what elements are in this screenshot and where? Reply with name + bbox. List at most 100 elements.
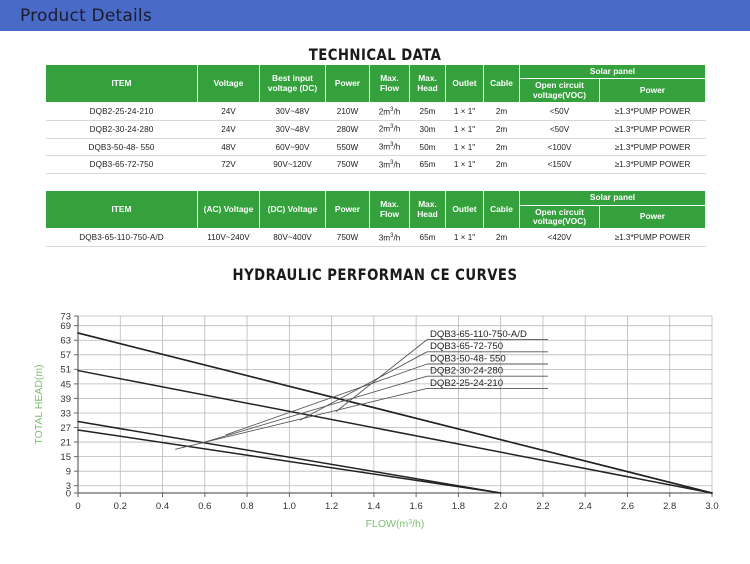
- legend-label: DQB2-25-24-210: [430, 378, 503, 389]
- x-axis-label-post: /h): [412, 518, 424, 530]
- cell-outlet: 1 × 1": [445, 138, 484, 157]
- th2-solar-power: Power: [599, 204, 706, 230]
- x-tick-label: 2.2: [536, 501, 549, 512]
- table-row: DQB3-50-48- 550 48V 60V~90V 550W 3m3/h 50m 1 ×…: [45, 138, 706, 157]
- cell-item: DQB3-50-48- 550: [45, 138, 198, 157]
- cell-dc_voltage: 80V~400V: [259, 228, 326, 248]
- y-tick-label: 15: [60, 452, 71, 463]
- table2-header-row-top: ITEM (AC) Voltage (DC) Voltage Power Max…: [45, 190, 706, 230]
- cell-max_flow: 3m3/h: [369, 138, 410, 157]
- y-tick-label: 51: [60, 365, 71, 376]
- x-tick-label: 1.0: [283, 501, 296, 512]
- th-solar-panel: Solar panel: [519, 63, 706, 80]
- th-power: Power: [325, 63, 370, 104]
- cell-voc: <100V: [519, 138, 600, 157]
- cell-best_input_voltage: 30V~48V: [259, 102, 326, 121]
- cell-voltage: 48V: [197, 138, 260, 157]
- cell-best_input_voltage: 90V~120V: [259, 155, 326, 175]
- th2-max-head: Max. Head: [409, 190, 446, 230]
- x-tick-label: 1.4: [367, 501, 380, 512]
- x-tick-label: 0.4: [156, 501, 169, 512]
- th2-open-circuit-voltage: Open circuit voltage(VOC): [519, 204, 600, 230]
- th-max-head: Max. Head: [409, 63, 446, 104]
- technical-data-title: TECHNICAL DATA: [308, 45, 442, 64]
- table-row: DQB2-25-24-210 24V 30V~48V 210W 2m3/h 25m 1 × …: [45, 102, 706, 121]
- x-tick-label: 2.8: [663, 501, 676, 512]
- cell-max_flow: 2m3/h: [369, 102, 410, 121]
- cell-power: 280W: [325, 120, 370, 139]
- th-best-input-voltage: Best input voltage (DC): [259, 63, 326, 104]
- th2-outlet: Outlet: [445, 190, 484, 230]
- legend-label: DQB3-50-48- 550: [430, 354, 506, 365]
- cell-item: DQB2-30-24-280: [45, 120, 198, 139]
- y-tick-label: 39: [60, 394, 71, 405]
- table-row: DQB3-65-72-750 72V 90V~120V 750W 3m3/h 65m 1 ×…: [45, 155, 706, 175]
- x-tick-label: 0.2: [114, 501, 127, 512]
- y-tick-label: 63: [60, 336, 71, 347]
- cell-solar_power: ≥1.3*PUMP POWER: [599, 120, 706, 139]
- cell-voltage: 24V: [197, 120, 260, 139]
- cell-power: 550W: [325, 138, 370, 157]
- cell-outlet: 1 × 1": [445, 102, 484, 121]
- cell-cable: 2m: [483, 102, 520, 121]
- y-tick-label: 9: [66, 467, 71, 478]
- th-solar-power: Power: [599, 78, 706, 104]
- legend-label: DQB3-65-110-750-A/D: [430, 329, 527, 340]
- hydraulic-performance-chart: 0 3 9 15 21 27 33 39 45 51 57 63 69 73 0 0.2 0.4 0.6 0.8 1.…: [0, 288, 750, 543]
- th2-item: ITEM: [45, 190, 198, 230]
- chart-svg: 03915212733394551576369730 0.2 0.4 0.6 0.8 1.…: [33, 312, 719, 531]
- cell-max_flow: 3m3/h: [369, 155, 410, 175]
- cell-max_head: 65m: [409, 228, 446, 248]
- x-tick-label: 0.6: [198, 501, 211, 512]
- legend-leader-line: [335, 339, 428, 413]
- x-tick-label: 0.8: [240, 501, 253, 512]
- cell-item: DQB2-25-24-210: [45, 102, 198, 121]
- cell-cable: 2m: [483, 228, 520, 248]
- th2-dc-voltage: (DC) Voltage: [259, 190, 326, 230]
- cell-power: 750W: [325, 228, 370, 248]
- page-title: Product Details: [20, 5, 152, 26]
- cell-voltage: 24V: [197, 102, 260, 121]
- th-cable: Cable: [483, 63, 520, 104]
- cell-max_flow: 3m3/h: [369, 228, 410, 248]
- y-tick-label: 45: [60, 379, 71, 390]
- y-tick-label: 27: [60, 423, 71, 434]
- y-tick-label: 69: [60, 321, 71, 332]
- th2-max-flow: Max. Flow: [369, 190, 410, 230]
- page-header-bar: Product Details: [0, 0, 750, 31]
- x-tick-label: 2.4: [579, 501, 592, 512]
- cell-solar_power: ≥1.3*PUMP POWER: [599, 228, 706, 248]
- cell-voltage: 72V: [197, 155, 260, 175]
- y-tick-label: 57: [60, 350, 71, 361]
- cell-voc: <420V: [519, 228, 600, 248]
- y-tick-label: 73: [60, 312, 71, 323]
- cell-ac_voltage: 110V~240V: [197, 228, 260, 248]
- cell-cable: 2m: [483, 155, 520, 175]
- x-tick-label: 1.2: [325, 501, 338, 512]
- spec-table-dc-body: DQB2-25-24-210 24V 30V~48V 210W 2m3/h 25m 1 × …: [45, 102, 706, 175]
- legend-leader-line: [225, 363, 428, 436]
- th-max-flow: Max. Flow: [369, 63, 410, 104]
- cell-power: 210W: [325, 102, 370, 121]
- cell-power: 750W: [325, 155, 370, 175]
- th2-solar-panel: Solar panel: [519, 190, 706, 206]
- table-spacer: [45, 174, 705, 190]
- legend-label: DQB2-30-24-280: [430, 366, 503, 377]
- th-outlet: Outlet: [445, 63, 484, 104]
- x-tick-label: 0: [75, 501, 80, 512]
- cell-max_head: 50m: [409, 138, 446, 157]
- cell-solar_power: ≥1.3*PUMP POWER: [599, 155, 706, 175]
- table-row: DQB3-65-110-750-A/D 110V~240V 80V~400V 750W…: [45, 228, 706, 248]
- th-item: ITEM: [45, 63, 198, 104]
- cell-voc: <50V: [519, 120, 600, 139]
- cell-max_head: 25m: [409, 102, 446, 121]
- th-open-circuit-voltage: Open circuit voltage(VOC): [519, 78, 600, 104]
- x-tick-label: 3.0: [705, 501, 718, 512]
- legend-leader-line: [175, 388, 428, 450]
- th-voltage: Voltage: [197, 63, 260, 104]
- x-tick-label: 2.6: [621, 501, 634, 512]
- x-axis-label: FLOW(m3/h): [366, 518, 425, 530]
- y-axis-label: TOTAL HEAD(m): [33, 364, 45, 444]
- cell-outlet: 1 × 1": [445, 228, 484, 248]
- cell-max_head: 30m: [409, 120, 446, 139]
